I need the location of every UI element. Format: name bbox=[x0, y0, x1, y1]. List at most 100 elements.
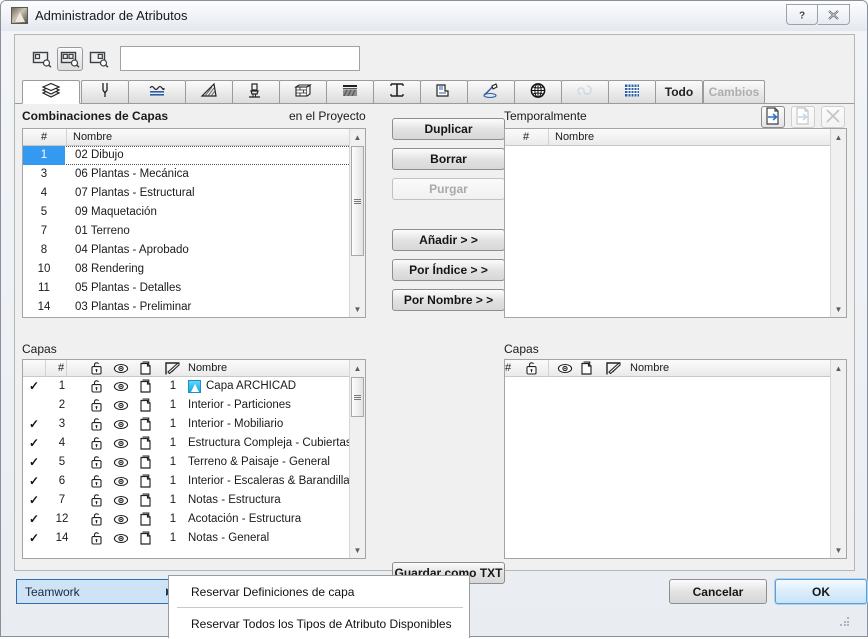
scroll-up-icon[interactable]: ▲ bbox=[831, 129, 846, 145]
list-rows[interactable] bbox=[505, 377, 846, 558]
eye-icon[interactable] bbox=[113, 493, 129, 511]
lock-icon[interactable] bbox=[90, 474, 104, 492]
scroll-up-icon[interactable]: ▲ bbox=[350, 360, 365, 376]
layer-combination-row[interactable]: 14 03 Plantas - Preliminar bbox=[23, 298, 365, 317]
layers-list[interactable]: # Nombre ✓ 1 1 Capa ARCHICAD 2 1 Interior - Par… bbox=[22, 359, 366, 559]
wireframe-icon[interactable] bbox=[138, 379, 152, 397]
lock-icon[interactable] bbox=[90, 417, 104, 435]
search-left-panel-icon[interactable] bbox=[29, 47, 55, 71]
row-intersection-group[interactable]: 1 bbox=[161, 494, 185, 506]
wireframe-icon[interactable] bbox=[138, 531, 152, 549]
layer-checkmark-icon[interactable]: ✓ bbox=[23, 455, 45, 469]
wireframe-icon[interactable] bbox=[138, 493, 152, 511]
tab-todo[interactable]: Todo bbox=[655, 80, 703, 104]
help-button[interactable]: ? bbox=[786, 4, 818, 25]
row-intersection-group[interactable]: 1 bbox=[161, 437, 185, 449]
list-rows[interactable]: ✓ 1 1 Capa ARCHICAD 2 1 Interior - Particiones… bbox=[23, 377, 365, 558]
wireframe-icon[interactable] bbox=[138, 512, 152, 530]
scroll-down-icon[interactable]: ▼ bbox=[831, 542, 846, 558]
layer-combination-row[interactable]: 5 09 Maquetación bbox=[23, 203, 365, 222]
list-rows[interactable]: 1 02 Dibujo 3 06 Plantas - Mecánica 4 07 Plan… bbox=[23, 146, 365, 317]
ok-button[interactable]: OK bbox=[775, 579, 867, 604]
wireframe-icon[interactable] bbox=[138, 398, 152, 416]
layer-checkmark-icon[interactable]: ✓ bbox=[23, 531, 45, 545]
tab-pen[interactable] bbox=[81, 80, 129, 104]
button-por-nombre[interactable]: Por Nombre > > bbox=[392, 289, 505, 311]
teamwork-dropdown-button[interactable]: Teamwork bbox=[16, 579, 181, 604]
layer-combination-row[interactable]: 3 06 Plantas - Mecánica bbox=[23, 165, 365, 184]
row-intersection-group[interactable]: 1 bbox=[161, 399, 185, 411]
tab-zone-category[interactable] bbox=[420, 80, 468, 104]
layer-combination-row[interactable]: 7 01 Terreno bbox=[23, 222, 365, 241]
layer-row[interactable]: 2 1 Interior - Particiones bbox=[23, 396, 365, 415]
open-file-button[interactable] bbox=[761, 106, 785, 128]
search-input[interactable] bbox=[120, 46, 360, 71]
list-rows[interactable] bbox=[505, 146, 846, 317]
target-layers-list[interactable]: # Nombre ▲ ▼ bbox=[504, 359, 847, 559]
lock-icon[interactable] bbox=[90, 531, 104, 549]
lock-icon[interactable] bbox=[90, 512, 104, 530]
right-bottom-scrollbar[interactable]: ▲ ▼ bbox=[830, 360, 846, 558]
eye-icon[interactable] bbox=[113, 512, 129, 530]
left-bottom-scrollbar[interactable]: ▲ ▼ bbox=[349, 360, 365, 558]
menu-item-reservar-definiciones[interactable]: Reservar Definiciones de capa bbox=[169, 576, 469, 607]
tab-profile[interactable] bbox=[373, 80, 421, 104]
layer-row[interactable]: ✓ 5 1 Terreno & Paisaje - General bbox=[23, 453, 365, 472]
layer-combination-row[interactable]: 8 04 Plantas - Aprobado bbox=[23, 241, 365, 260]
right-top-scrollbar[interactable]: ▲ ▼ bbox=[830, 129, 846, 317]
layer-combination-row[interactable]: 1 02 Dibujo bbox=[23, 146, 365, 165]
tab-surface-brush[interactable] bbox=[232, 80, 280, 104]
tab-grid[interactable] bbox=[608, 80, 656, 104]
tab-fill-pattern[interactable] bbox=[185, 80, 233, 104]
button-a-adir[interactable]: Añadir > > bbox=[392, 229, 505, 251]
layer-row[interactable]: ✓ 4 1 Estructura Compleja - Cubiertas bbox=[23, 434, 365, 453]
eye-icon[interactable] bbox=[113, 436, 129, 454]
tab-building-material[interactable] bbox=[279, 80, 327, 104]
layer-combination-row[interactable]: 4 07 Plantas - Estructural bbox=[23, 184, 365, 203]
close-button[interactable] bbox=[818, 4, 850, 25]
resize-grip[interactable] bbox=[839, 616, 851, 628]
layer-checkmark-icon[interactable]: ✓ bbox=[23, 512, 45, 526]
layer-row[interactable]: ✓ 14 1 Notas - General bbox=[23, 529, 365, 548]
tab-layers[interactable] bbox=[22, 80, 80, 104]
left-top-scrollbar[interactable]: ▲ ▼ bbox=[349, 129, 365, 317]
tab-composite[interactable] bbox=[326, 80, 374, 104]
layer-combinations-list[interactable]: # Nombre 1 02 Dibujo 3 06 Plantas - Mecánic… bbox=[22, 128, 366, 318]
scroll-thumb[interactable] bbox=[351, 146, 364, 256]
search-both-panels-icon[interactable] bbox=[57, 47, 83, 71]
eye-icon[interactable] bbox=[113, 474, 129, 492]
lock-icon[interactable] bbox=[90, 493, 104, 511]
layer-row[interactable]: ✓ 7 1 Notas - Estructura bbox=[23, 491, 365, 510]
lock-icon[interactable] bbox=[90, 398, 104, 416]
eye-icon[interactable] bbox=[113, 455, 129, 473]
layer-row[interactable]: ✓ 6 1 Interior - Escaleras & Barandillas bbox=[23, 472, 365, 491]
layer-combination-row[interactable]: 11 05 Plantas - Detalles bbox=[23, 279, 365, 298]
layer-combination-row[interactable]: 10 08 Rendering bbox=[23, 260, 365, 279]
tab-city-globe[interactable] bbox=[514, 80, 562, 104]
scroll-down-icon[interactable]: ▼ bbox=[350, 301, 365, 317]
eye-icon[interactable] bbox=[113, 531, 129, 549]
temporary-list[interactable]: # Nombre ▲ ▼ bbox=[504, 128, 847, 318]
layer-checkmark-icon[interactable]: ✓ bbox=[23, 436, 45, 450]
scroll-up-icon[interactable]: ▲ bbox=[350, 129, 365, 145]
row-intersection-group[interactable]: 1 bbox=[161, 475, 185, 487]
lock-icon[interactable] bbox=[90, 379, 104, 397]
cancel-button[interactable]: Cancelar bbox=[669, 579, 767, 604]
eye-icon[interactable] bbox=[113, 379, 129, 397]
row-intersection-group[interactable]: 1 bbox=[161, 456, 185, 468]
tab-pen-set[interactable] bbox=[467, 80, 515, 104]
row-intersection-group[interactable]: 1 bbox=[161, 380, 185, 392]
tab-line-type[interactable] bbox=[128, 80, 186, 104]
row-intersection-group[interactable]: 1 bbox=[161, 513, 185, 525]
scroll-down-icon[interactable]: ▼ bbox=[350, 542, 365, 558]
layer-checkmark-icon[interactable]: ✓ bbox=[23, 379, 45, 393]
button-duplicar[interactable]: Duplicar bbox=[392, 118, 505, 140]
wireframe-icon[interactable] bbox=[138, 474, 152, 492]
layer-row[interactable]: ✓ 12 1 Acotación - Estructura bbox=[23, 510, 365, 529]
scroll-up-icon[interactable]: ▲ bbox=[831, 360, 846, 376]
scroll-down-icon[interactable]: ▼ bbox=[831, 301, 846, 317]
row-intersection-group[interactable]: 1 bbox=[161, 418, 185, 430]
wireframe-icon[interactable] bbox=[138, 436, 152, 454]
lock-icon[interactable] bbox=[90, 455, 104, 473]
eye-icon[interactable] bbox=[113, 417, 129, 435]
